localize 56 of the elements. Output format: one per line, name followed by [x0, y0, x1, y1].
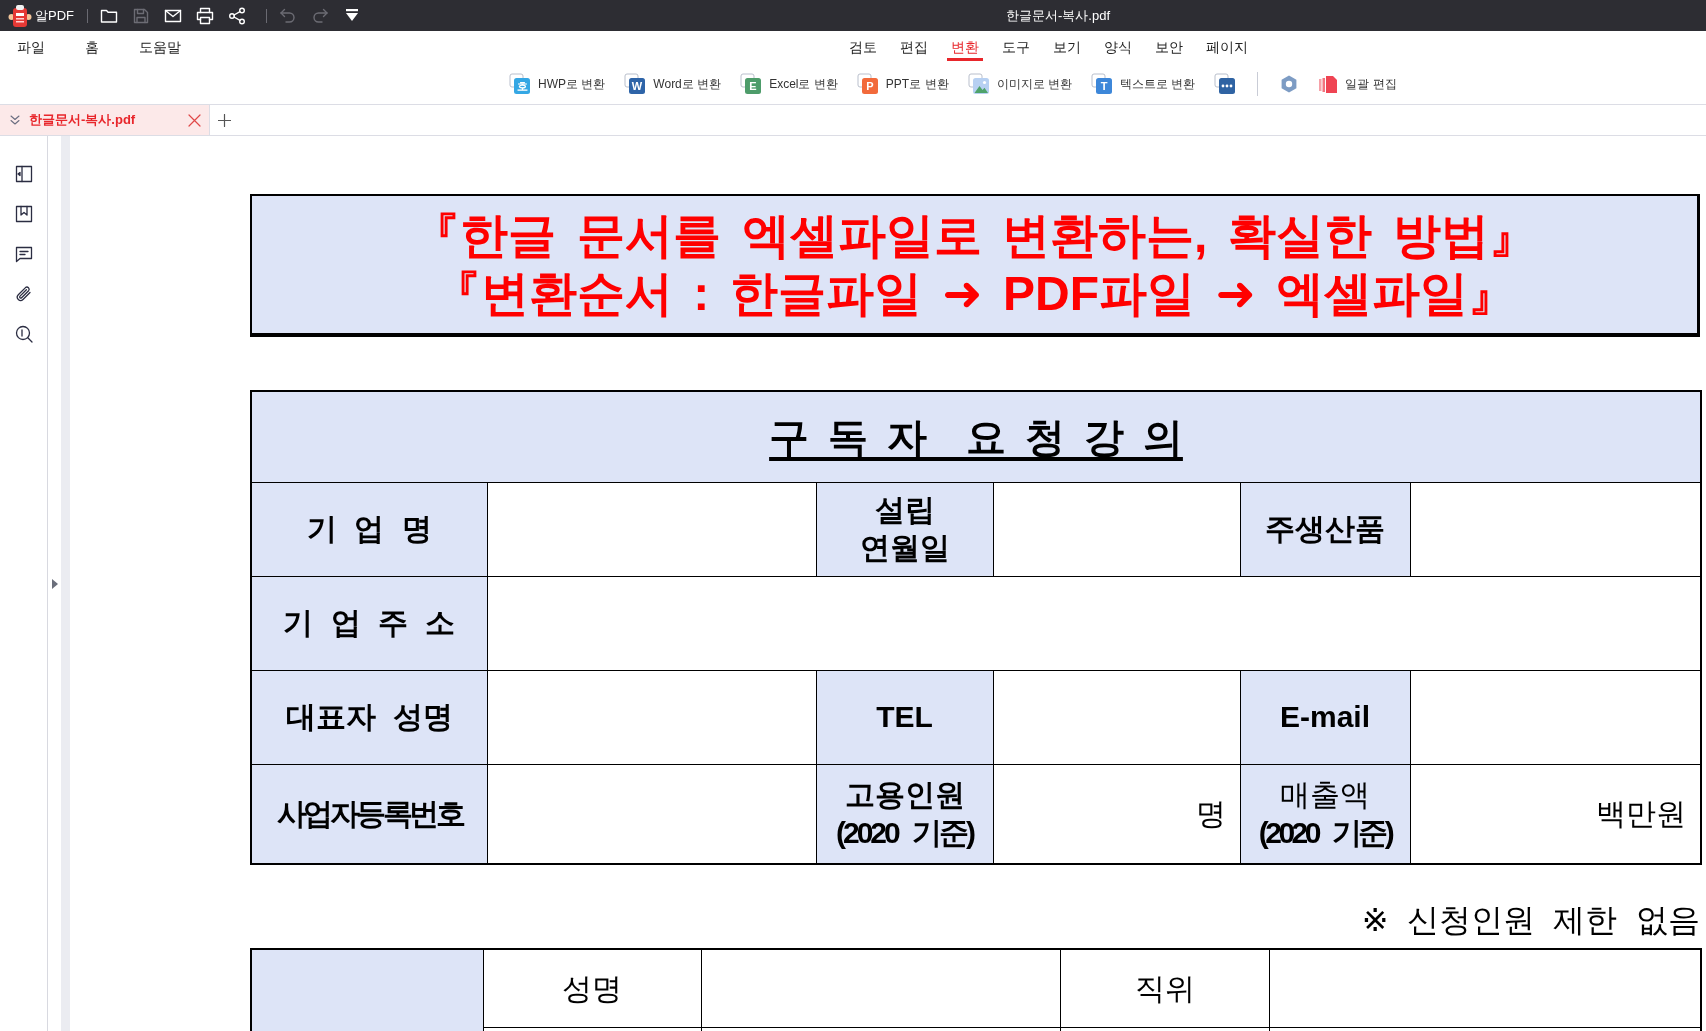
- label-text: 기 업 명: [306, 511, 432, 547]
- window-title: 한글문서-복사.pdf: [1006, 7, 1110, 23]
- document-tab[interactable]: 한글문서-복사.pdf: [0, 105, 210, 135]
- label-text: 고용인원: [844, 776, 965, 813]
- expand-arrow-icon[interactable]: [51, 578, 58, 589]
- image-file-icon: [967, 73, 990, 95]
- label-text: 설립: [874, 492, 935, 528]
- pages-icon: [1318, 74, 1339, 94]
- ribbon-tab[interactable]: 변환: [947, 31, 983, 61]
- menu-item[interactable]: 파일: [17, 37, 45, 58]
- batch-edit-button[interactable]: 일괄 편집: [1318, 74, 1397, 94]
- field-label: 직위: [1134, 971, 1195, 1005]
- comment-icon[interactable]: [13, 244, 34, 264]
- print-icon[interactable]: [196, 6, 214, 25]
- more-icon[interactable]: [1214, 73, 1237, 95]
- excel-convert-button[interactable]: E Excel로 변환: [740, 73, 838, 95]
- form-title: 구 독 자 요 청 강 의: [769, 414, 1183, 459]
- close-icon[interactable]: [188, 113, 201, 127]
- ribbon-tab[interactable]: 검토: [845, 31, 881, 61]
- label-text: TEL: [876, 699, 933, 735]
- label-text: 대표자 성명: [285, 699, 453, 735]
- ribbon-tab[interactable]: 보기: [1049, 31, 1085, 61]
- plus-icon[interactable]: [218, 113, 231, 127]
- ribbon-tab[interactable]: 도구: [998, 31, 1034, 61]
- ribbon-tab[interactable]: 보안: [1151, 31, 1187, 61]
- search-icon[interactable]: [13, 324, 34, 344]
- ribbon-tab[interactable]: 양식: [1100, 31, 1136, 61]
- word-convert-button[interactable]: W Word로 변환: [624, 73, 722, 95]
- label-text: 연월일: [859, 530, 950, 566]
- ribbon-tab[interactable]: 페이지: [1202, 31, 1252, 61]
- field-label: 성명: [562, 971, 622, 1005]
- text-convert-button[interactable]: T 텍스트로 변환: [1090, 73, 1196, 95]
- unit-text: 백만원: [1596, 797, 1686, 831]
- label-text: (2020 기준): [1258, 814, 1392, 851]
- bookmark-icon[interactable]: [13, 204, 34, 224]
- ppt-convert-button[interactable]: P PPT로 변환: [856, 73, 949, 95]
- double-chevron-icon[interactable]: [8, 113, 22, 127]
- share-icon[interactable]: [228, 6, 246, 25]
- label-text: E-mail: [1280, 699, 1370, 735]
- label-text: (2020 기준): [835, 814, 974, 851]
- panel-icon[interactable]: [13, 164, 34, 184]
- label-text: 사업자등록번호: [276, 795, 462, 832]
- ribbon-tab[interactable]: 편집: [896, 31, 932, 61]
- app-name: 알PDF: [35, 6, 74, 25]
- banner-text: 『한글 문서를 엑셀파일로 변환하는, 확실한 방법』: [412, 207, 1537, 264]
- hwp-convert-button[interactable]: 호 HWP로 변환: [509, 73, 606, 95]
- app-logo-icon: [8, 3, 32, 28]
- banner-text: 『변환순서 : 한글파일 ➜ PDF파일 ➜ 엑셀파일』: [432, 265, 1517, 322]
- label-text: 기 업 주 소: [283, 605, 456, 641]
- image-convert-button[interactable]: 이미지로 변환: [967, 73, 1072, 95]
- label-text: 매출액: [1280, 776, 1370, 813]
- menu-item[interactable]: 도움말: [139, 37, 181, 58]
- unit-text: 명: [1195, 797, 1226, 831]
- label-text: 주생산품: [1265, 511, 1385, 547]
- note-text: ※ 신청인원 제한 없음: [1361, 901, 1700, 940]
- menu-item[interactable]: 홈: [85, 37, 99, 58]
